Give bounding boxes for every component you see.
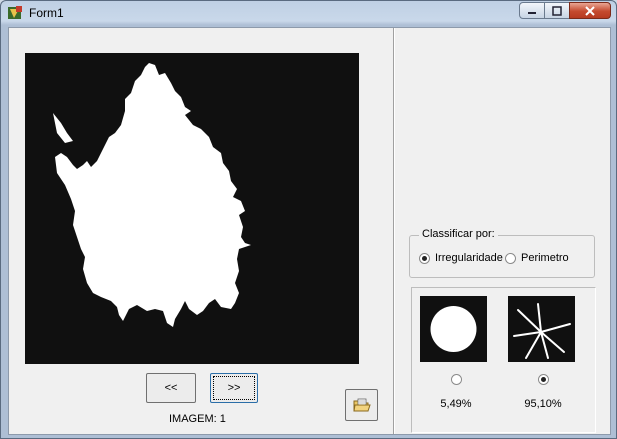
close-icon xyxy=(585,5,595,16)
form-client-area: << >> IMAGEM: 1 Classificar por: Irregul… xyxy=(8,27,611,435)
app-icon xyxy=(8,6,22,19)
radio-reference-circle[interactable] xyxy=(451,374,462,385)
previous-image-button[interactable]: << xyxy=(146,373,196,403)
minimize-icon xyxy=(528,11,536,14)
radio-perimetro[interactable] xyxy=(505,253,516,264)
open-file-button[interactable] xyxy=(345,389,378,421)
radio-irregularidade-label[interactable]: Irregularidade xyxy=(435,252,503,264)
image-viewer xyxy=(25,53,359,364)
image-index-label: IMAGEM: 1 xyxy=(169,413,226,425)
star-lines-icon xyxy=(513,303,571,359)
circle-shape-icon xyxy=(430,306,477,352)
reference-circle-image xyxy=(420,296,487,362)
maximize-icon xyxy=(552,5,562,16)
classify-groupbox-title: Classificar por: xyxy=(419,228,498,240)
circle-percentage: 5,49% xyxy=(440,398,472,410)
close-button[interactable] xyxy=(569,2,611,19)
minimize-button[interactable] xyxy=(519,2,545,19)
radio-reference-star[interactable] xyxy=(538,374,549,385)
radio-irregularidade[interactable] xyxy=(419,253,430,264)
open-folder-icon xyxy=(352,398,371,412)
radio-perimetro-label[interactable]: Perimetro xyxy=(521,252,569,264)
star-percentage: 95,10% xyxy=(524,398,562,410)
maximize-button[interactable] xyxy=(544,2,570,19)
reference-star-image xyxy=(508,296,575,362)
panel-divider xyxy=(393,28,395,434)
title-bar[interactable]: Form1 xyxy=(1,1,616,25)
segmented-shape-image xyxy=(25,53,359,364)
application-window: Form1 << >> IMAGEM: 1 Classificar por: I… xyxy=(0,0,617,439)
next-image-button[interactable]: >> xyxy=(210,373,258,403)
window-title: Form1 xyxy=(29,6,64,20)
